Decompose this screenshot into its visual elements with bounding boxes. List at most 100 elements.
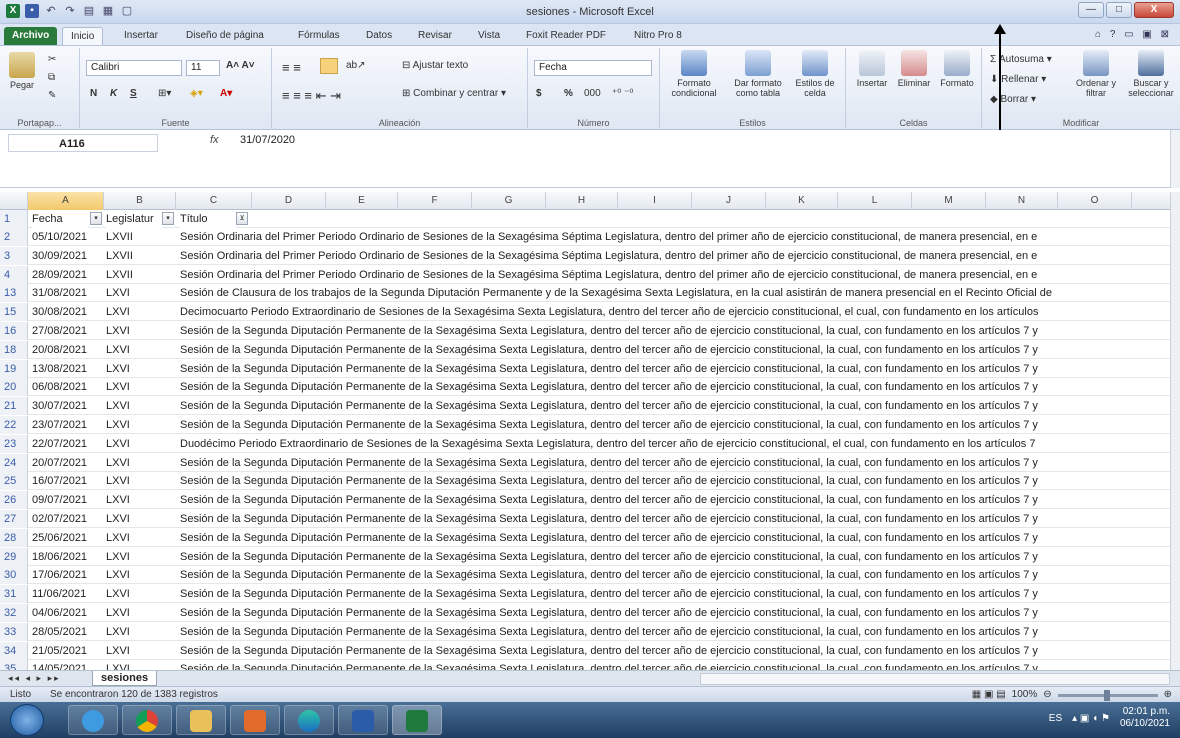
- row-number[interactable]: 25: [0, 472, 28, 491]
- word-taskbar-button[interactable]: [338, 705, 388, 735]
- fill-color-icon[interactable]: ◈▾: [190, 88, 203, 99]
- row-number[interactable]: 22: [0, 416, 28, 434]
- tab-archivo[interactable]: Archivo: [4, 27, 58, 45]
- column-header-o[interactable]: O: [1058, 192, 1132, 210]
- table-row[interactable]: 20 06/08/2021 LXVI Sesión de la Segunda Dip…: [0, 378, 1170, 397]
- table-row[interactable]: 29 18/06/2021 LXVI Sesión de la Segunda Dip…: [0, 547, 1170, 566]
- cell-fecha[interactable]: 17/06/2021: [32, 566, 104, 584]
- cell-legislatura[interactable]: LXVI: [106, 604, 176, 622]
- fx-icon[interactable]: fx: [210, 134, 219, 146]
- table-row[interactable]: 31 11/06/2021 LXVI Sesión de la Segunda Dip…: [0, 585, 1170, 604]
- zoom-level[interactable]: 100%: [1012, 687, 1038, 703]
- row-number[interactable]: 33: [0, 622, 28, 641]
- formula-bar-scroll[interactable]: [1170, 130, 1180, 188]
- format-painter-icon[interactable]: ✎: [48, 90, 56, 101]
- header-fecha[interactable]: Fecha: [32, 210, 88, 228]
- view-normal-icon[interactable]: ▦ ▣ ▤: [972, 687, 1006, 703]
- cell-legislatura[interactable]: LXVI: [106, 491, 176, 509]
- ie-taskbar-button[interactable]: [68, 705, 118, 735]
- cell-legislatura[interactable]: LXVI: [106, 435, 176, 453]
- row-number[interactable]: 28: [0, 528, 28, 547]
- cell-legislatura[interactable]: LXVI: [106, 360, 176, 378]
- column-header-m[interactable]: M: [912, 192, 986, 210]
- cell-titulo[interactable]: Decimocuarto Periodo Extraordinario de S…: [180, 303, 1170, 321]
- name-box[interactable]: A116: [8, 134, 158, 152]
- row-number[interactable]: 27: [0, 510, 28, 528]
- cell-legislatura[interactable]: LXVI: [106, 454, 176, 472]
- table-row[interactable]: 18 20/08/2021 LXVI Sesión de la Segunda Dip…: [0, 340, 1170, 359]
- grow-font-icon[interactable]: A˄ A˅: [226, 60, 255, 71]
- tab-diseno-pagina[interactable]: Diseño de página: [178, 27, 272, 45]
- start-button[interactable]: [10, 704, 44, 736]
- table-row[interactable]: 30 17/06/2021 LXVI Sesión de la Segunda Dip…: [0, 566, 1170, 585]
- row-number[interactable]: 31: [0, 585, 28, 604]
- table-row[interactable]: 3 30/09/2021 LXVII Sesión Ordinaria del Pri…: [0, 246, 1170, 265]
- row-number[interactable]: 32: [0, 604, 28, 622]
- header-legislatura[interactable]: Legislatur: [106, 210, 162, 228]
- table-row[interactable]: 25 16/07/2021 LXVI Sesión de la Segunda Dip…: [0, 472, 1170, 491]
- align-middle-icon[interactable]: [320, 58, 338, 74]
- borders-icon[interactable]: ⊞▾: [158, 88, 171, 99]
- column-header-l[interactable]: L: [838, 192, 912, 210]
- language-indicator[interactable]: ES: [1049, 713, 1062, 724]
- cell-fecha[interactable]: 28/09/2021: [32, 266, 104, 284]
- column-header-f[interactable]: F: [398, 192, 472, 210]
- sheet-nav-icon[interactable]: ◂◂ ◂ ▸ ▸▸: [8, 673, 61, 684]
- media-taskbar-button[interactable]: [230, 705, 280, 735]
- font-color-icon[interactable]: A▾: [220, 88, 232, 99]
- cell-fecha[interactable]: 31/08/2021: [32, 284, 104, 302]
- currency-button[interactable]: $: [536, 88, 542, 99]
- thousands-button[interactable]: 000: [584, 88, 601, 99]
- column-header-b[interactable]: B: [104, 192, 176, 210]
- help-icon[interactable]: ⌂ ? ▭ ▣ ⊠: [1095, 29, 1172, 40]
- zoom-out-icon[interactable]: ⊖: [1043, 687, 1051, 703]
- row-number[interactable]: 20: [0, 378, 28, 397]
- table-row[interactable]: 16 27/08/2021 LXVI Sesión de la Segunda Dip…: [0, 322, 1170, 340]
- cell-legislatura[interactable]: LXVII: [106, 266, 176, 284]
- cell-legislatura[interactable]: LXVI: [106, 303, 176, 321]
- sort-filter-button[interactable]: Ordenar y filtrar: [1070, 50, 1122, 98]
- tab-datos[interactable]: Datos: [358, 27, 400, 45]
- cell-legislatura[interactable]: LXVI: [106, 529, 176, 547]
- copy-icon[interactable]: ⧉: [48, 72, 55, 83]
- row-number[interactable]: 30: [0, 566, 28, 585]
- cell-fecha[interactable]: 04/06/2021: [32, 604, 104, 622]
- cell-titulo[interactable]: Sesión de la Segunda Diputación Permanen…: [180, 322, 1170, 340]
- cell-titulo[interactable]: Sesión de la Segunda Diputación Permanen…: [180, 548, 1170, 566]
- cell-titulo[interactable]: Sesión de la Segunda Diputación Permanen…: [180, 491, 1170, 509]
- font-size-select[interactable]: 11: [186, 60, 220, 76]
- edge-taskbar-button[interactable]: [284, 705, 334, 735]
- tab-formulas[interactable]: Fórmulas: [290, 27, 348, 45]
- cell-legislatura[interactable]: LXVI: [106, 585, 176, 603]
- format-cells-button[interactable]: Formato: [936, 50, 978, 88]
- column-header-n[interactable]: N: [986, 192, 1058, 210]
- table-row[interactable]: 23 22/07/2021 LXVI Duodécimo Periodo Extrao…: [0, 434, 1170, 453]
- zoom-in-icon[interactable]: ⊕: [1164, 687, 1172, 703]
- cell-fecha[interactable]: 20/08/2021: [32, 341, 104, 359]
- insert-cells-button[interactable]: Insertar: [852, 50, 892, 88]
- cell-legislatura[interactable]: LXVI: [106, 341, 176, 359]
- italic-button[interactable]: K: [110, 88, 117, 99]
- cell-legislatura[interactable]: LXVI: [106, 623, 176, 641]
- row-number[interactable]: 16: [0, 322, 28, 340]
- cell-titulo[interactable]: Sesión de la Segunda Diputación Permanen…: [180, 397, 1170, 415]
- cell-legislatura[interactable]: LXVI: [106, 642, 176, 660]
- merge-center-button[interactable]: ⊞ Combinar y centrar ▾: [402, 88, 506, 99]
- row-number[interactable]: 35: [0, 660, 28, 670]
- spreadsheet-grid[interactable]: A B C D E F G H I J K L M N O 1 Fecha ▾ …: [0, 192, 1170, 670]
- zoom-slider[interactable]: [1057, 689, 1158, 701]
- row-number[interactable]: 4: [0, 265, 28, 284]
- paste-button[interactable]: Pegar: [4, 52, 40, 90]
- table-row[interactable]: 35 14/05/2021 LXVI Sesión de la Segunda Dip…: [0, 660, 1170, 670]
- cell-fecha[interactable]: 14/05/2021: [32, 660, 104, 670]
- table-row[interactable]: 26 09/07/2021 LXVI Sesión de la Segunda Dip…: [0, 491, 1170, 510]
- cell-fecha[interactable]: 21/05/2021: [32, 642, 104, 660]
- cell-fecha[interactable]: 18/06/2021: [32, 548, 104, 566]
- minimize-button[interactable]: —: [1078, 2, 1104, 18]
- row-number[interactable]: 21: [0, 397, 28, 416]
- table-row[interactable]: 2 05/10/2021 LXVII Sesión Ordinaria del Pri…: [0, 228, 1170, 246]
- table-row[interactable]: 32 04/06/2021 LXVI Sesión de la Segunda Dip…: [0, 604, 1170, 622]
- table-row[interactable]: 19 13/08/2021 LXVI Sesión de la Segunda Dip…: [0, 359, 1170, 378]
- cell-titulo[interactable]: Sesión de la Segunda Diputación Permanen…: [180, 642, 1170, 660]
- horizontal-scrollbar[interactable]: [700, 673, 1170, 685]
